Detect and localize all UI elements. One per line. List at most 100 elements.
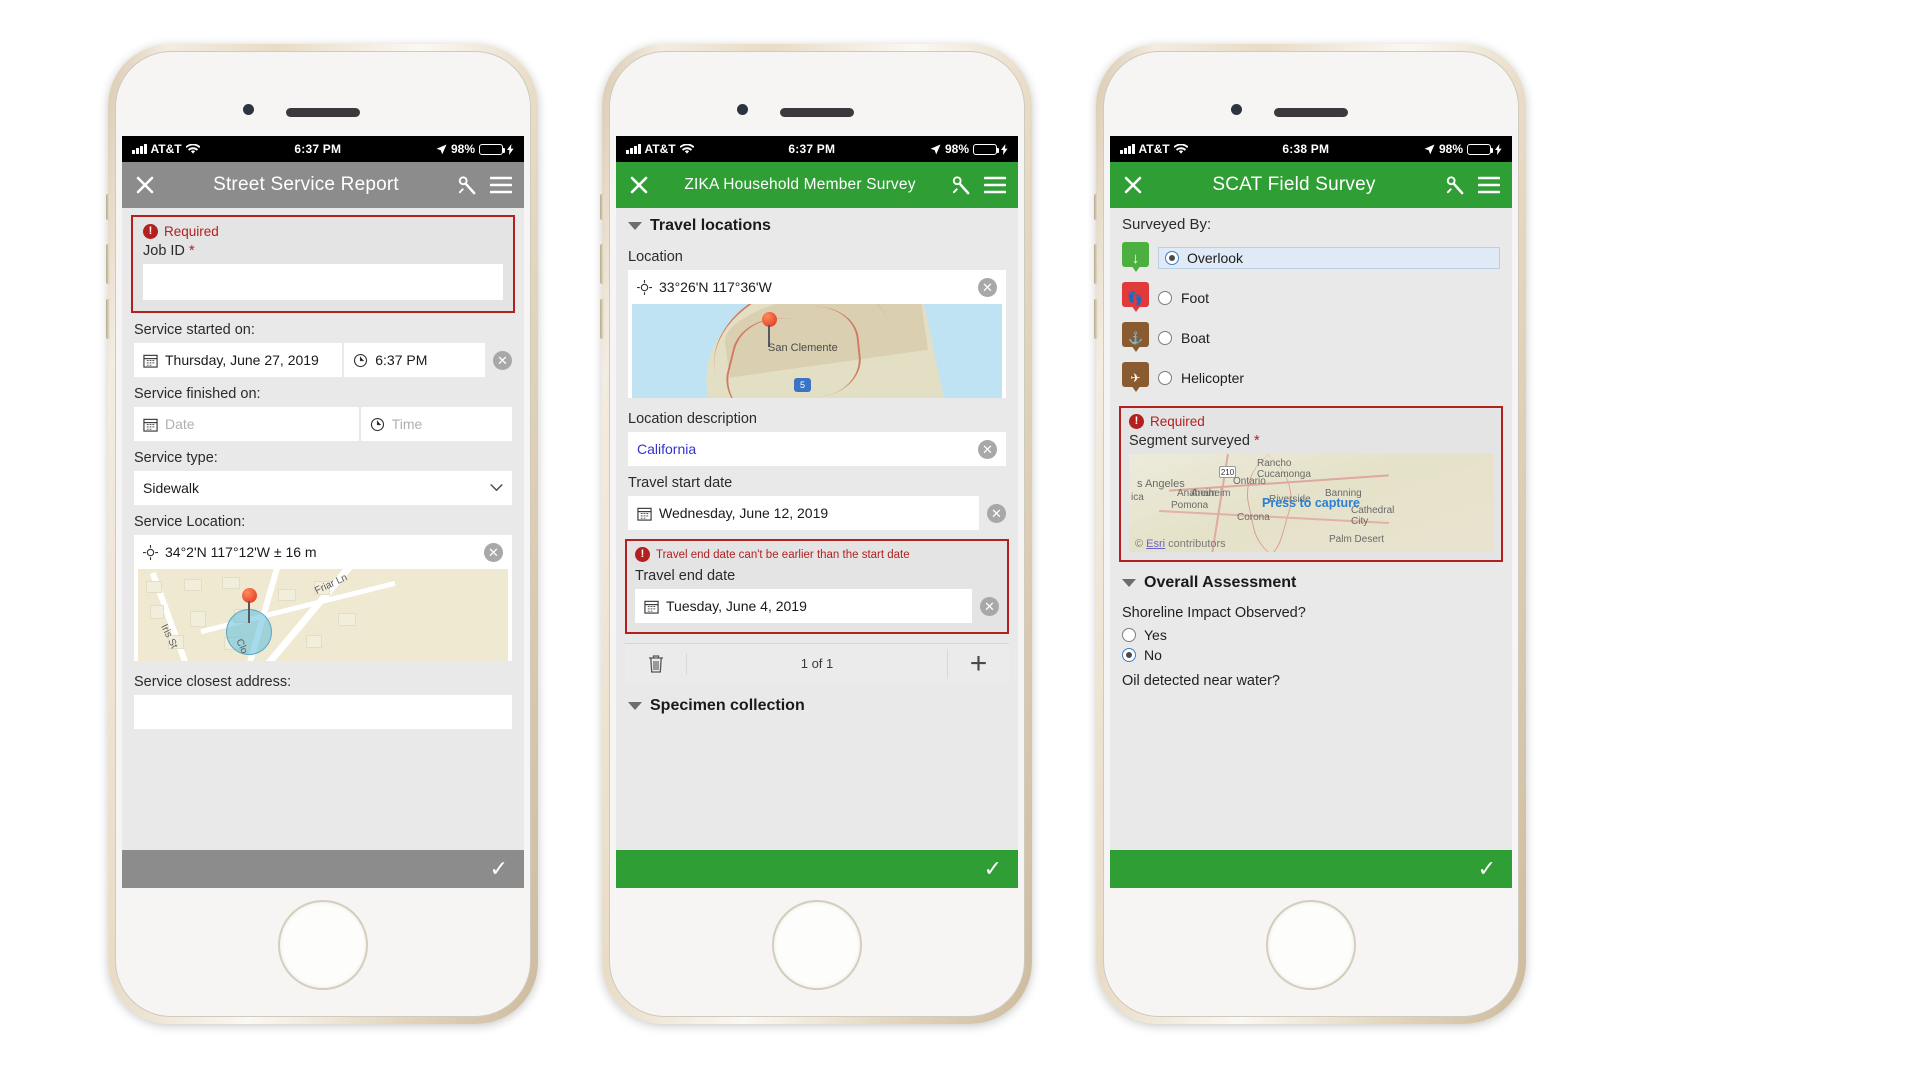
hamburger-menu-icon[interactable]	[982, 172, 1008, 198]
wifi-icon	[185, 143, 200, 154]
hamburger-menu-icon[interactable]	[488, 172, 514, 198]
surveyed-by-option-overlook[interactable]: ↓ Overlook	[1122, 238, 1500, 278]
segment-surveyed-map[interactable]: s Angeles ica Anaheim Pomona Anaheim Pom…	[1129, 454, 1493, 552]
submit-bar[interactable]: ✓	[616, 850, 1018, 888]
close-icon[interactable]	[626, 172, 652, 198]
location-description-input[interactable]: California ✕	[628, 432, 1006, 466]
clear-x-icon[interactable]: ✕	[978, 439, 997, 459]
segment-surveyed-label: Segment surveyed *	[1129, 433, 1493, 454]
closest-address-input[interactable]	[134, 695, 512, 729]
overlook-selected-pill[interactable]: Overlook	[1158, 247, 1500, 269]
service-type-select[interactable]: Sidewalk	[134, 471, 512, 505]
hamburger-menu-icon[interactable]	[1476, 172, 1502, 198]
radio-button[interactable]	[1158, 371, 1172, 385]
surveyed-by-option-foot[interactable]: 👣 Foot	[1122, 278, 1500, 318]
service-finished-date-input[interactable]: Date	[134, 407, 359, 441]
travel-end-value: Tuesday, June 4, 2019	[666, 598, 807, 614]
home-button[interactable]	[772, 900, 862, 990]
close-icon[interactable]	[132, 172, 158, 198]
home-button[interactable]	[1266, 900, 1356, 990]
charging-bolt-icon	[1495, 143, 1502, 155]
location-arrow-icon	[1424, 144, 1435, 154]
required-star: *	[188, 243, 195, 259]
map-pin-tool-icon[interactable]	[454, 172, 480, 198]
travel-start-row: Wednesday, June 12, 2019 ✕	[628, 496, 1006, 530]
volume-down-button[interactable]	[1094, 299, 1098, 339]
clear-x-icon[interactable]: ✕	[980, 596, 999, 616]
map-pin-tool-icon[interactable]	[948, 172, 974, 198]
radio-button[interactable]	[1122, 648, 1136, 662]
surveyed-by-option-helicopter[interactable]: ✈ Helicopter	[1122, 358, 1500, 398]
travel-start-input[interactable]: Wednesday, June 12, 2019	[628, 496, 979, 530]
boat-marker-icon: ⚓	[1122, 322, 1149, 354]
clock-label: 6:37 PM	[788, 142, 836, 156]
location-coords[interactable]: 33°26'N 117°36'W ✕	[628, 270, 1006, 304]
service-location-group: 34°2'N 117°12'W ± 16 m ✕ Iris St Clo Fri…	[134, 535, 512, 661]
volume-up-button[interactable]	[600, 244, 604, 284]
radio-button[interactable]	[1165, 251, 1179, 265]
mute-switch[interactable]	[600, 194, 604, 220]
travel-end-input[interactable]: Tuesday, June 4, 2019	[635, 589, 972, 623]
collapse-triangle-icon[interactable]	[628, 222, 642, 230]
carrier-label: AT&T	[150, 142, 182, 156]
service-started-time-input[interactable]: 6:37 PM	[344, 343, 485, 377]
shoreline-impact-option-yes[interactable]: Yes	[1122, 625, 1500, 645]
volume-down-button[interactable]	[600, 299, 604, 339]
add-repeat-button[interactable]: +	[947, 648, 1009, 679]
map-pin-tool-icon[interactable]	[1442, 172, 1468, 198]
radio-button[interactable]	[1122, 628, 1136, 642]
map-pin-icon	[242, 588, 257, 623]
check-icon[interactable]: ✓	[1478, 858, 1496, 880]
job-id-input[interactable]	[143, 264, 503, 300]
clear-x-icon[interactable]: ✕	[493, 350, 512, 370]
radio-button[interactable]	[1158, 331, 1172, 345]
collapse-triangle-icon[interactable]	[628, 702, 642, 710]
esri-link[interactable]: Esri	[1146, 538, 1165, 550]
surveyed-by-option-boat[interactable]: ⚓ Boat	[1122, 318, 1500, 358]
delete-repeat-button[interactable]	[625, 652, 687, 675]
section-travel-locations[interactable]: Travel locations	[628, 208, 1006, 240]
section-specimen-collection[interactable]: Specimen collection	[628, 683, 1006, 720]
map-route-shield: 5	[794, 378, 811, 392]
mute-switch[interactable]	[1094, 194, 1098, 220]
check-icon[interactable]: ✓	[490, 858, 508, 880]
close-icon[interactable]	[1120, 172, 1146, 198]
location-coords-value: 33°26'N 117°36'W	[659, 279, 772, 295]
service-location-map[interactable]: Iris St Clo Friar Ln	[138, 569, 508, 661]
segment-surveyed-label-text: Segment surveyed	[1129, 433, 1250, 449]
clear-x-icon[interactable]: ✕	[978, 277, 997, 297]
submit-bar[interactable]: ✓	[1110, 850, 1512, 888]
service-started-row: Thursday, June 27, 2019 6:37 PM ✕	[134, 343, 512, 377]
map-place-label: Anaheim	[1177, 488, 1217, 499]
volume-down-button[interactable]	[106, 299, 110, 339]
radio-button[interactable]	[1158, 291, 1172, 305]
calendar-icon	[637, 507, 652, 521]
section-title: Overall Assessment	[1144, 574, 1297, 591]
volume-up-button[interactable]	[1094, 244, 1098, 284]
service-finished-time-input[interactable]: Time	[360, 407, 512, 441]
service-started-date-input[interactable]: Thursday, June 27, 2019	[134, 343, 343, 377]
check-icon[interactable]: ✓	[984, 858, 1002, 880]
collapse-triangle-icon[interactable]	[1122, 579, 1136, 587]
mute-switch[interactable]	[106, 194, 110, 220]
press-to-capture-label[interactable]: Press to capture	[1262, 496, 1360, 510]
section-overall-assessment[interactable]: Overall Assessment	[1122, 562, 1500, 597]
submit-bar[interactable]: ✓	[122, 850, 524, 888]
location-description-label: Location description	[628, 411, 757, 427]
home-button[interactable]	[278, 900, 368, 990]
page-title: SCAT Field Survey	[1212, 174, 1376, 195]
screen: AT&T 6:38 PM 98% SCAT Field Survey Surve…	[1110, 136, 1512, 888]
plus-icon[interactable]: +	[970, 648, 988, 679]
location-map[interactable]: San Clemente 5	[632, 304, 1002, 398]
service-location-coords[interactable]: 34°2'N 117°12'W ± 16 m ✕	[134, 535, 512, 569]
screen: AT&T 6:37 PM 98% Street Service Report !…	[122, 136, 524, 888]
volume-up-button[interactable]	[106, 244, 110, 284]
option-label: No	[1144, 647, 1162, 663]
carrier-label: AT&T	[644, 142, 676, 156]
clock-icon	[370, 417, 384, 431]
shoreline-impact-option-no[interactable]: No	[1122, 645, 1500, 665]
job-id-required-group: ! Required Job ID *	[131, 215, 515, 313]
clear-x-icon[interactable]: ✕	[484, 542, 503, 562]
option-label: Foot	[1181, 290, 1210, 306]
clear-x-icon[interactable]: ✕	[987, 503, 1006, 523]
